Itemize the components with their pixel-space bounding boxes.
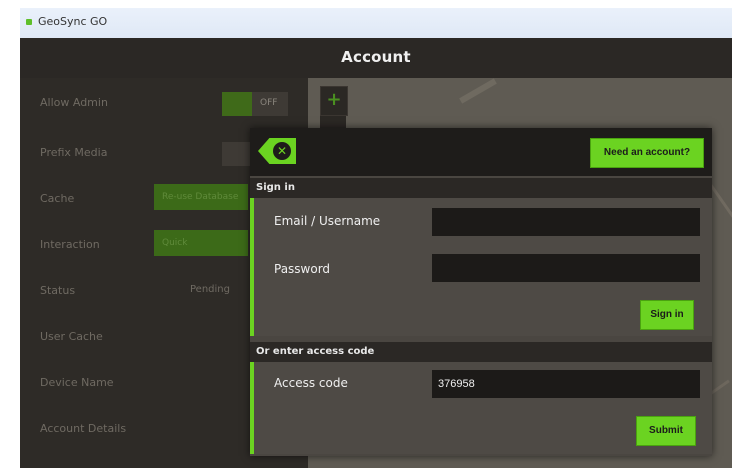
- app-title: GeoSync GO: [38, 15, 108, 28]
- password-field[interactable]: [432, 254, 700, 282]
- setting-label-prefix-media: Prefix Media: [40, 146, 108, 159]
- access-code-section-title: Or enter access code: [250, 342, 712, 362]
- access-code-section: Access code Submit: [250, 362, 712, 454]
- map-road: [459, 78, 497, 104]
- setting-label-user-cache: User Cache: [40, 330, 103, 343]
- sign-in-dialog: ✕ Need an account? Sign in Email / Usern…: [250, 128, 712, 456]
- setting-label-status: Status: [40, 284, 76, 297]
- prefix-media-toggle[interactable]: [222, 142, 252, 166]
- allow-admin-toggle[interactable]: OFF: [222, 92, 288, 116]
- setting-label-account-details: Account Details: [40, 422, 127, 435]
- access-code-field[interactable]: [432, 370, 700, 398]
- submit-button[interactable]: Submit: [636, 416, 696, 446]
- need-account-button[interactable]: Need an account?: [590, 138, 704, 168]
- toggle-on-segment: [222, 92, 252, 116]
- interaction-select[interactable]: Quick: [154, 230, 248, 256]
- header: Account: [20, 38, 732, 78]
- password-label: Password: [274, 262, 331, 276]
- cache-select[interactable]: Re-use Database: [154, 184, 248, 210]
- zoom-in-button[interactable]: +: [320, 86, 348, 116]
- setting-label-interaction: Interaction: [40, 238, 100, 251]
- toggle-off-label: OFF: [260, 98, 278, 108]
- email-field[interactable]: [432, 208, 700, 236]
- sign-in-section-title: Sign in: [250, 178, 712, 198]
- dialog-toolbar: ✕ Need an account?: [250, 128, 712, 176]
- setting-label-cache: Cache: [40, 192, 75, 205]
- title-bar: GeoSync GO: [20, 8, 732, 39]
- page-title: Account: [341, 48, 411, 66]
- sign-in-button[interactable]: Sign in: [640, 300, 694, 330]
- zoom-out-button[interactable]: [320, 116, 346, 128]
- sign-in-section: Email / Username Password Sign in: [250, 198, 712, 336]
- setting-label-device-name: Device Name: [40, 376, 114, 389]
- close-button[interactable]: ✕: [258, 138, 296, 164]
- app-window: Account Allow Admin OFF Prefix Media Cac…: [20, 38, 732, 468]
- access-code-label: Access code: [274, 376, 348, 390]
- setting-label-allow-admin: Allow Admin: [40, 96, 108, 109]
- status-value: Pending: [190, 284, 230, 295]
- close-icon: ✕: [273, 142, 291, 160]
- email-label: Email / Username: [274, 214, 381, 228]
- app-icon: [26, 19, 32, 25]
- map-road: [709, 184, 732, 235]
